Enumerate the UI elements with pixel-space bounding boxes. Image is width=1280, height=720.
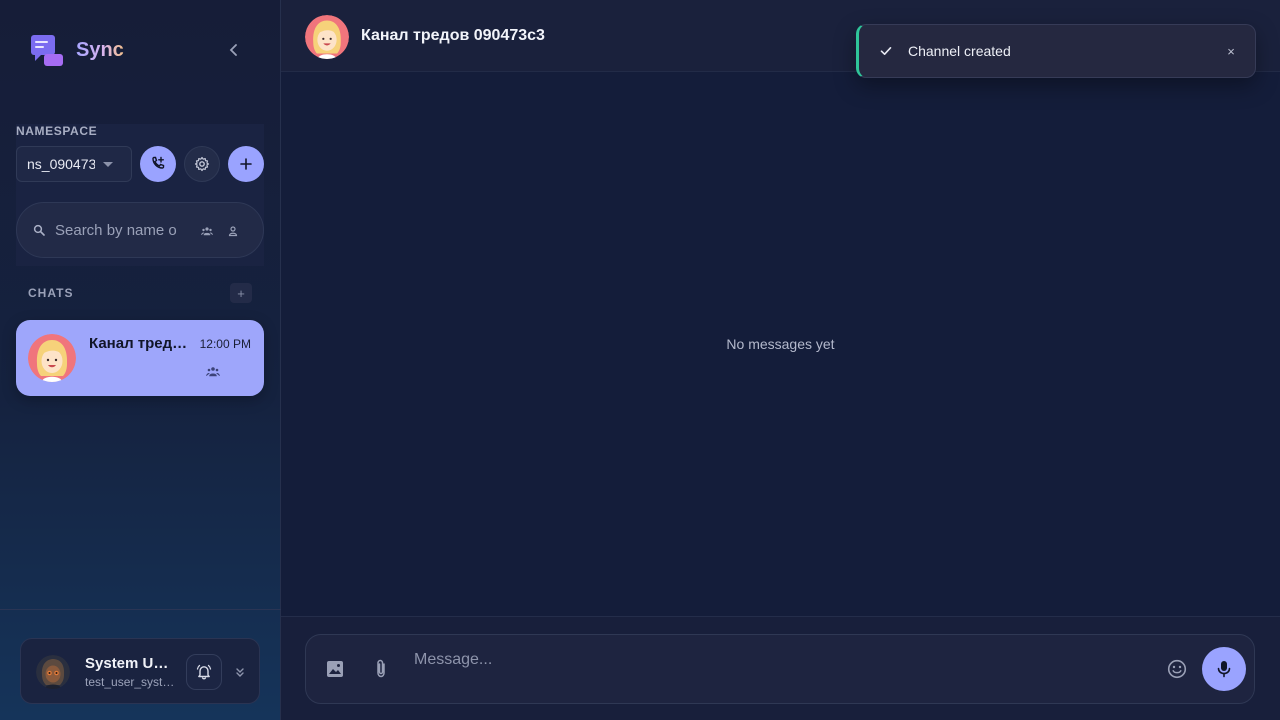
channel-avatar bbox=[28, 334, 76, 382]
collapse-sidebar-button[interactable] bbox=[224, 40, 244, 60]
user-name: System User bbox=[85, 655, 173, 672]
image-icon[interactable] bbox=[323, 657, 347, 681]
chevron-left-icon bbox=[229, 44, 237, 56]
group-icon bbox=[206, 364, 220, 382]
composer-area bbox=[281, 616, 1280, 720]
message-composer bbox=[305, 634, 1255, 704]
user-avatar bbox=[36, 655, 70, 689]
chat-time: 12:00 PM bbox=[199, 337, 251, 351]
filter-groups-icon[interactable] bbox=[201, 224, 213, 242]
toast-notification: Channel created × bbox=[856, 24, 1256, 78]
namespace-label: NAMESPACE bbox=[16, 124, 98, 138]
message-input[interactable] bbox=[414, 649, 1154, 671]
namespace-panel: NAMESPACE ns_090473 bbox=[16, 124, 264, 266]
chat-list-item[interactable]: Канал тредов 090473c3 12:00 PM bbox=[16, 320, 264, 396]
app-name: Sync bbox=[76, 38, 124, 61]
toast-message: Channel created bbox=[908, 43, 1011, 59]
microphone-icon bbox=[1217, 661, 1231, 678]
namespace-value: ns_090473 bbox=[27, 156, 95, 172]
add-namespace-button[interactable] bbox=[228, 146, 264, 182]
channel-avatar[interactable] bbox=[305, 15, 349, 59]
voice-record-button[interactable] bbox=[1202, 647, 1246, 691]
sidebar: Sync NAMESPACE ns_090473 Search by name … bbox=[0, 0, 281, 720]
chat-bubbles-logo-icon bbox=[30, 33, 64, 67]
brand: Sync bbox=[30, 33, 124, 67]
user-handle: test_user_system bbox=[85, 675, 175, 689]
settings-button[interactable] bbox=[184, 146, 220, 182]
phone-plus-icon bbox=[152, 156, 165, 169]
chat-main: Канал тредов 090473c3 No messages yet bbox=[281, 0, 1280, 720]
chat-title: Канал тредов 090473c3 bbox=[89, 335, 191, 352]
empty-state-text: No messages yet bbox=[726, 336, 835, 352]
search-input[interactable] bbox=[55, 221, 179, 239]
chats-section-label: CHATS bbox=[28, 286, 74, 300]
current-user-card[interactable]: System User test_user_system bbox=[20, 638, 260, 704]
caret-down-icon bbox=[103, 162, 113, 167]
gear-icon bbox=[194, 156, 210, 172]
channel-title: Канал тредов 090473c3 bbox=[361, 27, 545, 44]
namespace-select[interactable]: ns_090473 bbox=[16, 146, 132, 182]
search-icon bbox=[33, 224, 45, 236]
paperclip-icon[interactable] bbox=[369, 657, 393, 681]
sidebar-divider bbox=[0, 609, 281, 610]
search-bar bbox=[16, 202, 264, 258]
emoji-icon[interactable] bbox=[1165, 657, 1189, 681]
add-call-button[interactable] bbox=[140, 146, 176, 182]
filter-users-icon[interactable] bbox=[227, 224, 239, 242]
bell-ringing-icon bbox=[196, 664, 212, 680]
checkmark-icon bbox=[879, 44, 893, 63]
chevrons-up-down-icon bbox=[236, 668, 244, 677]
notifications-button[interactable] bbox=[186, 654, 222, 690]
plus-icon bbox=[240, 158, 252, 170]
user-menu-toggle[interactable] bbox=[233, 663, 247, 681]
close-toast-button[interactable]: × bbox=[1223, 43, 1239, 59]
new-chat-button[interactable]: + bbox=[230, 283, 252, 303]
